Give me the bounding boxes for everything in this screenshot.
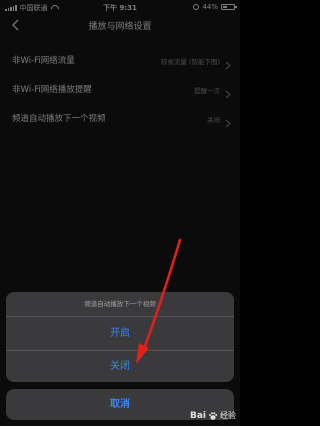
action-sheet: 频道自动播放下一个视频 开启 关闭 bbox=[6, 292, 234, 382]
watermark-suffix: 经验 bbox=[220, 411, 236, 420]
watermark-logo: Bai bbox=[189, 410, 206, 421]
action-sheet-title: 频道自动播放下一个视频 bbox=[84, 300, 156, 308]
option-enable-button[interactable]: 开启 bbox=[6, 316, 234, 350]
settings-screen: 中国联通 下午 9:31 44% 播放与网络设置 非Wi-Fi网络流量 较省流量… bbox=[0, 0, 240, 426]
baidu-paw-icon bbox=[209, 411, 218, 420]
watermark: Bai 经验 bbox=[190, 410, 236, 421]
option-disable-button[interactable]: 关闭 bbox=[6, 350, 234, 382]
